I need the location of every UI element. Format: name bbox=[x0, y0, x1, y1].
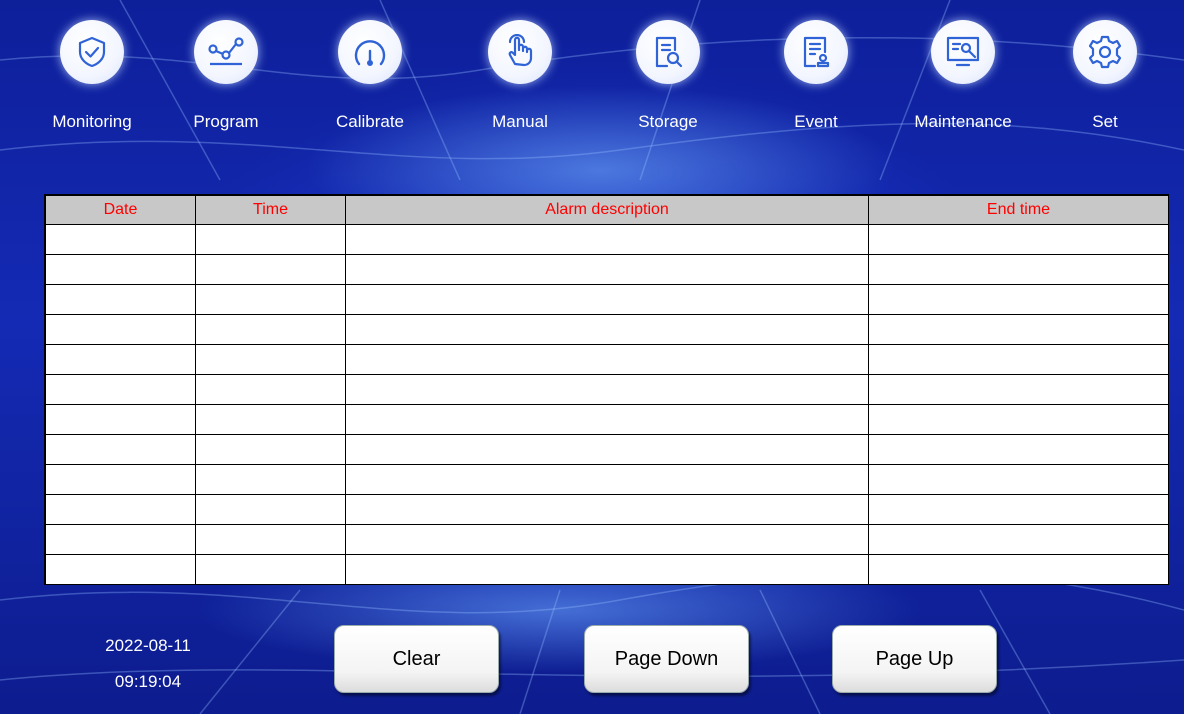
table-cell bbox=[868, 374, 1169, 405]
nav-monitoring-button[interactable]: Monitoring bbox=[27, 20, 157, 160]
table-cell bbox=[195, 524, 346, 555]
table-cell bbox=[868, 554, 1169, 585]
table-cell bbox=[45, 524, 196, 555]
table-cell bbox=[345, 554, 869, 585]
clock: 2022-08-11 09:19:04 bbox=[88, 628, 208, 700]
table-cell bbox=[868, 284, 1169, 315]
table-cell bbox=[868, 224, 1169, 255]
table-cell bbox=[45, 314, 196, 345]
table-cell bbox=[195, 434, 346, 465]
nav-program-label: Program bbox=[193, 112, 259, 131]
nav-maintenance-button[interactable]: Maintenance bbox=[898, 20, 1028, 160]
nav-storage-label: Storage bbox=[638, 112, 698, 131]
alarm-table: Date Time Alarm description End time bbox=[44, 194, 1169, 585]
table-row[interactable] bbox=[45, 224, 1169, 255]
table-row[interactable] bbox=[45, 254, 1169, 285]
table-cell bbox=[345, 314, 869, 345]
table-cell bbox=[45, 344, 196, 375]
gear-icon bbox=[1073, 20, 1137, 84]
table-cell bbox=[45, 494, 196, 525]
table-row[interactable] bbox=[45, 314, 1169, 345]
program-curve-icon bbox=[194, 20, 258, 84]
table-cell bbox=[345, 404, 869, 435]
table-cell bbox=[345, 344, 869, 375]
current-time: 09:19:04 bbox=[114, 672, 182, 691]
table-row[interactable] bbox=[45, 464, 1169, 495]
table-row[interactable] bbox=[45, 374, 1169, 405]
table-cell bbox=[868, 404, 1169, 435]
alarm-table-body bbox=[45, 224, 1169, 585]
table-cell bbox=[45, 224, 196, 255]
table-cell bbox=[345, 284, 869, 315]
document-search-icon bbox=[636, 20, 700, 84]
column-header-date[interactable]: Date bbox=[45, 195, 196, 225]
table-cell bbox=[868, 434, 1169, 465]
table-cell bbox=[345, 494, 869, 525]
table-cell bbox=[195, 404, 346, 435]
main-toolbar: Monitoring Program Calibrate Manual Stor… bbox=[0, 0, 1184, 180]
shield-check-icon bbox=[60, 20, 124, 84]
table-cell bbox=[195, 344, 346, 375]
table-cell bbox=[195, 314, 346, 345]
nav-storage-button[interactable]: Storage bbox=[603, 20, 733, 160]
nav-set-label: Set bbox=[1092, 112, 1118, 131]
table-cell bbox=[195, 224, 346, 255]
table-cell bbox=[345, 224, 869, 255]
table-cell bbox=[45, 554, 196, 585]
nav-program-button[interactable]: Program bbox=[161, 20, 291, 160]
table-cell bbox=[345, 374, 869, 405]
nav-event-label: Event bbox=[794, 112, 838, 131]
column-header-time[interactable]: Time bbox=[195, 195, 346, 225]
gauge-icon bbox=[338, 20, 402, 84]
nav-monitoring-label: Monitoring bbox=[52, 112, 132, 131]
table-row[interactable] bbox=[45, 524, 1169, 555]
clear-button[interactable]: Clear bbox=[334, 625, 499, 693]
column-header-alarm-description[interactable]: Alarm description bbox=[345, 195, 869, 225]
nav-calibrate-button[interactable]: Calibrate bbox=[305, 20, 435, 160]
current-date: 2022-08-11 bbox=[105, 636, 191, 655]
table-cell bbox=[868, 464, 1169, 495]
table-cell bbox=[868, 314, 1169, 345]
nav-manual-label: Manual bbox=[492, 112, 548, 131]
table-cell bbox=[45, 404, 196, 435]
table-row[interactable] bbox=[45, 284, 1169, 315]
table-cell bbox=[195, 494, 346, 525]
table-cell bbox=[195, 464, 346, 495]
table-header-row: Date Time Alarm description End time bbox=[45, 195, 1169, 225]
table-cell bbox=[345, 434, 869, 465]
nav-event-button[interactable]: Event bbox=[751, 20, 881, 160]
hand-pointer-icon bbox=[488, 20, 552, 84]
table-cell bbox=[45, 284, 196, 315]
table-cell bbox=[868, 344, 1169, 375]
table-cell bbox=[345, 464, 869, 495]
table-cell bbox=[868, 254, 1169, 285]
table-cell bbox=[345, 524, 869, 555]
table-cell bbox=[868, 524, 1169, 555]
table-row[interactable] bbox=[45, 404, 1169, 435]
table-cell bbox=[195, 284, 346, 315]
table-row[interactable] bbox=[45, 434, 1169, 465]
table-cell bbox=[45, 464, 196, 495]
table-row[interactable] bbox=[45, 494, 1169, 525]
table-cell bbox=[195, 254, 346, 285]
table-cell bbox=[45, 254, 196, 285]
monitor-wrench-icon bbox=[931, 20, 995, 84]
nav-manual-button[interactable]: Manual bbox=[455, 20, 585, 160]
table-cell bbox=[345, 254, 869, 285]
page-up-button[interactable]: Page Up bbox=[832, 625, 997, 693]
nav-maintenance-label: Maintenance bbox=[914, 112, 1012, 131]
nav-set-button[interactable]: Set bbox=[1040, 20, 1170, 160]
column-header-end-time[interactable]: End time bbox=[868, 195, 1169, 225]
table-cell bbox=[45, 374, 196, 405]
table-cell bbox=[45, 434, 196, 465]
table-row[interactable] bbox=[45, 344, 1169, 375]
page-down-button[interactable]: Page Down bbox=[584, 625, 749, 693]
nav-calibrate-label: Calibrate bbox=[335, 112, 405, 131]
table-cell bbox=[868, 494, 1169, 525]
table-cell bbox=[195, 554, 346, 585]
document-stamp-icon bbox=[784, 20, 848, 84]
table-cell bbox=[195, 374, 346, 405]
table-row[interactable] bbox=[45, 554, 1169, 585]
